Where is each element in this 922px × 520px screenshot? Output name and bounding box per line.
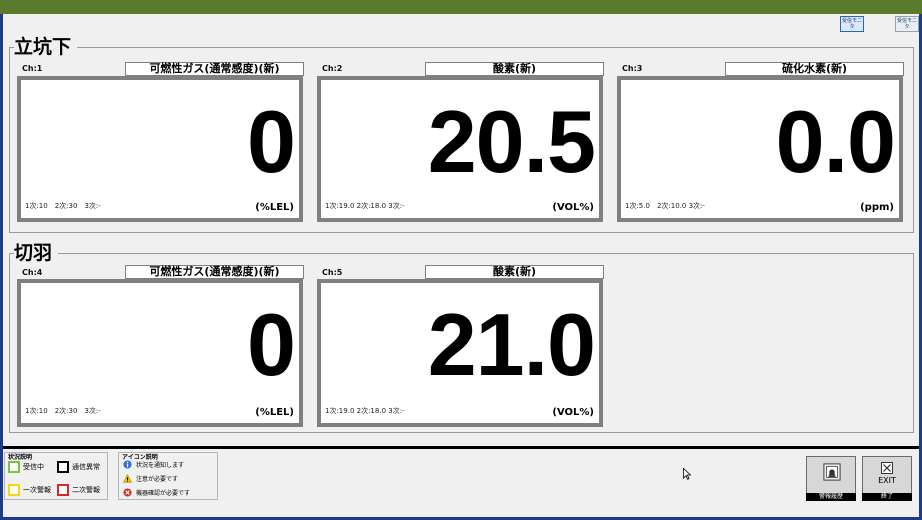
red-square-icon	[57, 484, 69, 496]
sensor-panel-ch5[interactable]: 21.0 1次:19.0 2次:18.0 3次:- (VOL%)	[317, 279, 603, 427]
warning-icon	[123, 474, 132, 483]
alarm-thresholds: 1次:10 2次:30 3次:-	[25, 202, 101, 210]
alarm-thresholds: 1次:5.0 2次:10.0 3次:-	[625, 202, 705, 210]
sensor-name: 硫化水素(新)	[725, 62, 904, 76]
legend-item-comm-error: 通信異常	[57, 461, 100, 473]
mouse-cursor-icon	[683, 468, 691, 480]
sensor-value: 20.5	[427, 92, 596, 191]
channel-label: Ch:5	[322, 268, 343, 277]
info-icon	[123, 460, 132, 469]
monitor-button-1[interactable]: 受信モニタ	[840, 16, 864, 32]
alarm-thresholds: 1次:19.0 2次:18.0 3次:-	[325, 407, 405, 415]
icon-legend-error: 機器確認が必要です	[123, 488, 190, 497]
channel-label: Ch:3	[622, 64, 643, 73]
channel-label: Ch:4	[22, 268, 43, 277]
icon-legend-info: 状況を通知します	[123, 460, 184, 469]
alarm-thresholds: 1次:19.0 2次:18.0 3次:-	[325, 202, 405, 210]
sensor-unit: (VOL%)	[552, 202, 594, 213]
group-title-shaft-bottom: 立坑下	[14, 36, 78, 58]
sensor-panel-ch1[interactable]: 0 1次:10 2次:30 3次:- (%LEL)	[17, 76, 303, 222]
sensor-name: 可燃性ガス(通常感度)(新)	[125, 62, 304, 76]
error-icon	[123, 488, 132, 497]
sensor-panel-ch3[interactable]: 0.0 1次:5.0 2次:10.0 3次:- (ppm)	[617, 76, 903, 222]
sensor-value: 0	[247, 295, 296, 394]
title-bar	[0, 0, 922, 14]
sensor-panel-ch2[interactable]: 20.5 1次:19.0 2次:18.0 3次:- (VOL%)	[317, 76, 603, 222]
black-square-icon	[57, 461, 69, 473]
app-window: 受信モニタ 受信モニタ 立坑下 Ch:1 可燃性ガス(通常感度)(新) 0 1次…	[0, 0, 922, 520]
alarm-history-caption: 警報履歴	[806, 493, 856, 501]
alarm-history-button[interactable]	[806, 456, 856, 498]
legend-item-secondary-alarm: 二次警報	[57, 484, 100, 496]
exit-button[interactable]: EXIT	[862, 456, 912, 498]
sensor-name: 可燃性ガス(通常感度)(新)	[125, 265, 304, 279]
sensor-unit: (%LEL)	[255, 407, 294, 418]
sensor-unit: (ppm)	[860, 202, 894, 213]
window-edge-left	[0, 14, 3, 520]
alarm-history-icon	[823, 463, 841, 481]
sensor-panel-ch4[interactable]: 0 1次:10 2次:30 3次:- (%LEL)	[17, 279, 303, 427]
group-title-cutting-face: 切羽	[14, 242, 59, 264]
legend-item-receiving: 受信中	[8, 461, 44, 473]
sensor-value: 0	[247, 92, 296, 191]
status-legend: 状況説明 受信中 通信異常 一次警報 二次警報	[4, 452, 108, 500]
sensor-name: 酸素(新)	[425, 265, 604, 279]
green-square-icon	[8, 461, 20, 473]
exit-caption: 終了	[862, 493, 912, 501]
status-divider	[3, 446, 919, 449]
monitor-button-2[interactable]: 受信モニタ	[895, 16, 919, 32]
legend-item-primary-alarm: 一次警報	[8, 484, 51, 496]
close-icon	[881, 462, 893, 474]
icon-legend: アイコン説明 状況を通知します 注意が必要です 機器確認が必要です	[118, 452, 218, 500]
exit-label: EXIT	[878, 476, 896, 485]
sensor-value: 21.0	[427, 295, 596, 394]
icon-legend-warning: 注意が必要です	[123, 474, 178, 483]
yellow-square-icon	[8, 484, 20, 496]
sensor-name: 酸素(新)	[425, 62, 604, 76]
channel-label: Ch:2	[322, 64, 343, 73]
alarm-thresholds: 1次:10 2次:30 3次:-	[25, 407, 101, 415]
channel-label: Ch:1	[22, 64, 43, 73]
sensor-unit: (VOL%)	[552, 407, 594, 418]
status-legend-title: 状況説明	[8, 454, 33, 461]
sensor-value: 0.0	[775, 92, 896, 191]
sensor-unit: (%LEL)	[255, 202, 294, 213]
